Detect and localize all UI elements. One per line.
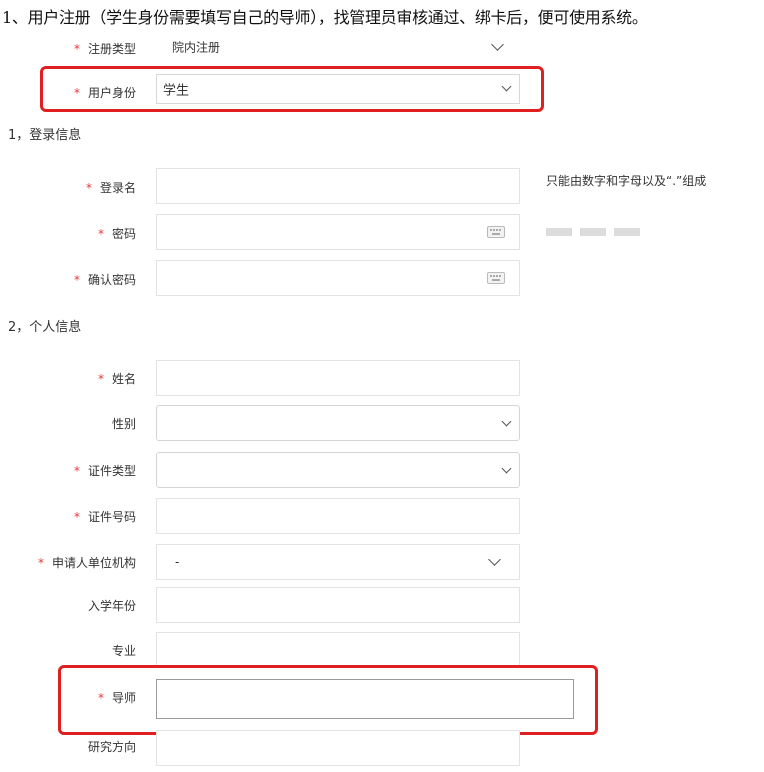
reg-type-select[interactable]: 院内注册 [156, 32, 520, 62]
reg-type-value: 院内注册 [172, 40, 221, 55]
user-role-value: 学生 [163, 83, 190, 99]
keyboard-icon[interactable] [487, 226, 505, 238]
enroll-year-label: 入学年份 [87, 599, 136, 613]
chevron-down-icon [501, 81, 512, 92]
gender-label: 性别 [111, 417, 136, 431]
strength-bar-strong [614, 228, 640, 236]
name-input[interactable] [156, 360, 520, 396]
user-role-select[interactable]: 学生 [156, 74, 520, 104]
password-input[interactable] [156, 214, 520, 250]
section-personal-info: 2，个人信息 [8, 320, 82, 335]
reg-type-label: * 注册类型 [73, 42, 136, 56]
name-label: * 姓名 [97, 372, 136, 386]
unit-label: * 申请人单位机构 [37, 556, 136, 570]
research-input[interactable] [156, 730, 520, 766]
advisor-label: * 导师 [97, 691, 136, 705]
login-name-label: * 登录名 [85, 181, 136, 195]
keyboard-icon[interactable] [487, 272, 505, 284]
chevron-down-icon [501, 416, 512, 427]
confirm-password-label: * 确认密码 [73, 273, 136, 287]
password-label: * 密码 [97, 227, 136, 241]
unit-value: - [175, 555, 180, 569]
unit-select[interactable]: - [156, 544, 520, 580]
strength-bar-medium [580, 228, 606, 236]
section-login-info: 1，登录信息 [8, 128, 82, 143]
user-role-label: * 用户身份 [73, 86, 136, 100]
major-input[interactable] [156, 632, 520, 668]
chevron-down-icon [501, 463, 512, 474]
id-type-select[interactable] [156, 452, 520, 488]
gender-select[interactable] [156, 405, 520, 441]
research-label: 研究方向 [87, 740, 136, 754]
chevron-down-icon [491, 38, 504, 51]
advisor-input[interactable] [156, 679, 574, 719]
instruction-caption: 1、用户注册（学生身份需要填写自己的导师），找管理员审核通过、绑卡后，便可使用系… [2, 8, 648, 27]
id-number-label: * 证件号码 [73, 510, 136, 524]
id-number-input[interactable] [156, 498, 520, 534]
confirm-password-input[interactable] [156, 260, 520, 296]
chevron-down-icon [488, 553, 501, 566]
enroll-year-input[interactable] [156, 587, 520, 623]
strength-bar-weak [546, 228, 572, 236]
major-label: 专业 [111, 644, 136, 658]
id-type-label: * 证件类型 [73, 464, 136, 478]
login-name-hint: 只能由数字和字母以及“.”组成 [546, 174, 707, 188]
login-name-input[interactable] [156, 168, 520, 204]
